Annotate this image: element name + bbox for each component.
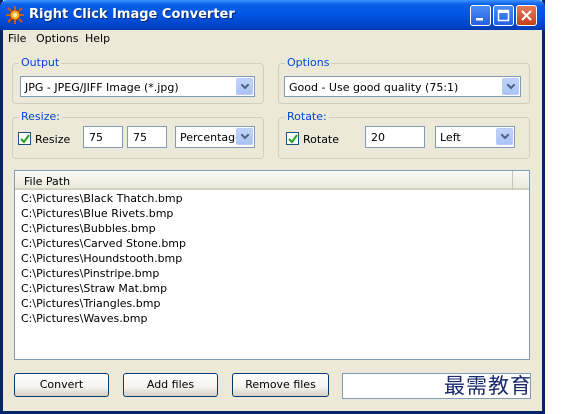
file-row[interactable]: C:\Pictures\Bubbles.bmp [15, 221, 529, 236]
maximize-icon [497, 9, 510, 22]
app-icon [6, 6, 24, 24]
menu-options[interactable]: Options [36, 32, 78, 45]
resize-unit-value: Percentage [180, 131, 242, 144]
file-row[interactable]: C:\Pictures\Triangles.bmp [15, 296, 529, 311]
rotate-degrees-value: 20 [371, 131, 385, 144]
file-row[interactable]: C:\Pictures\Straw Mat.bmp [15, 281, 529, 296]
output-format-select[interactable]: JPG - JPEG/JIFF Image (*.jpg) [20, 76, 255, 97]
rotate-checkbox[interactable] [286, 132, 299, 145]
column-header-file-path[interactable]: File Path [15, 171, 513, 190]
maximize-button[interactable] [493, 5, 514, 26]
add-files-button[interactable]: Add files [123, 373, 218, 397]
checkmark-icon [20, 134, 30, 144]
rotate-group: Rotate: Rotate 20 Left [278, 110, 530, 159]
output-format-value: JPG - JPEG/JIFF Image (*.jpg) [25, 81, 179, 94]
checkmark-icon [288, 134, 298, 144]
rotate-direction-value: Left [440, 131, 461, 144]
convert-button[interactable]: Convert [14, 373, 109, 397]
minimize-button[interactable] [470, 5, 491, 26]
chevron-down-icon[interactable] [496, 128, 513, 145]
resize-height-input[interactable]: 75 [127, 126, 167, 148]
quality-select[interactable]: Good - Use good quality (75:1) [284, 76, 521, 97]
menu-bar: File Options Help [3, 30, 542, 48]
file-row[interactable]: C:\Pictures\Black Thatch.bmp [15, 191, 529, 206]
output-group: Output JPG - JPEG/JIFF Image (*.jpg) [12, 56, 264, 104]
resize-height-value: 75 [133, 131, 147, 144]
rotate-checkbox-label: Rotate [303, 133, 340, 146]
file-row[interactable]: C:\Pictures\Houndstooth.bmp [15, 251, 529, 266]
file-list[interactable]: File Path C:\Pictures\Black Thatch.bmp C… [14, 170, 530, 360]
app-window: Right Click Image Converter File Options… [0, 0, 545, 414]
column-header-label: File Path [24, 175, 71, 188]
watermark-text: 最需教育 [444, 374, 532, 398]
menu-help[interactable]: Help [85, 32, 110, 45]
resize-group-label: Resize: [19, 110, 62, 123]
resize-width-input[interactable]: 75 [83, 126, 123, 148]
chevron-down-icon[interactable] [236, 128, 253, 145]
resize-width-value: 75 [89, 131, 103, 144]
rotate-group-label: Rotate: [285, 110, 329, 123]
menu-file[interactable]: File [8, 32, 26, 45]
rotate-degrees-input[interactable]: 20 [365, 126, 425, 148]
quality-value: Good - Use good quality (75:1) [289, 81, 459, 94]
resize-unit-select[interactable]: Percentage [175, 126, 255, 148]
resize-checkbox[interactable] [18, 132, 31, 145]
file-row[interactable]: C:\Pictures\Pinstripe.bmp [15, 266, 529, 281]
minimize-icon [476, 18, 483, 21]
remove-files-button[interactable]: Remove files [232, 373, 329, 397]
resize-group: Resize: Resize 75 75 Percentage [12, 110, 264, 159]
title-bar[interactable]: Right Click Image Converter [0, 0, 545, 30]
output-group-label: Output [19, 56, 62, 69]
chevron-down-icon[interactable] [502, 78, 519, 95]
rotate-direction-select[interactable]: Left [435, 126, 515, 148]
file-row[interactable]: C:\Pictures\Waves.bmp [15, 311, 529, 326]
close-button[interactable] [516, 5, 537, 26]
options-group-label: Options [285, 56, 332, 69]
chevron-down-icon[interactable] [236, 78, 253, 95]
close-icon [521, 10, 532, 21]
file-row[interactable]: C:\Pictures\Carved Stone.bmp [15, 236, 529, 251]
file-list-rows: C:\Pictures\Black Thatch.bmp C:\Pictures… [15, 191, 529, 326]
window-title: Right Click Image Converter [29, 7, 235, 22]
file-row[interactable]: C:\Pictures\Blue Rivets.bmp [15, 206, 529, 221]
options-group: Options Good - Use good quality (75:1) [278, 56, 530, 104]
resize-checkbox-label: Resize [35, 133, 71, 146]
file-list-header: File Path [15, 171, 529, 190]
